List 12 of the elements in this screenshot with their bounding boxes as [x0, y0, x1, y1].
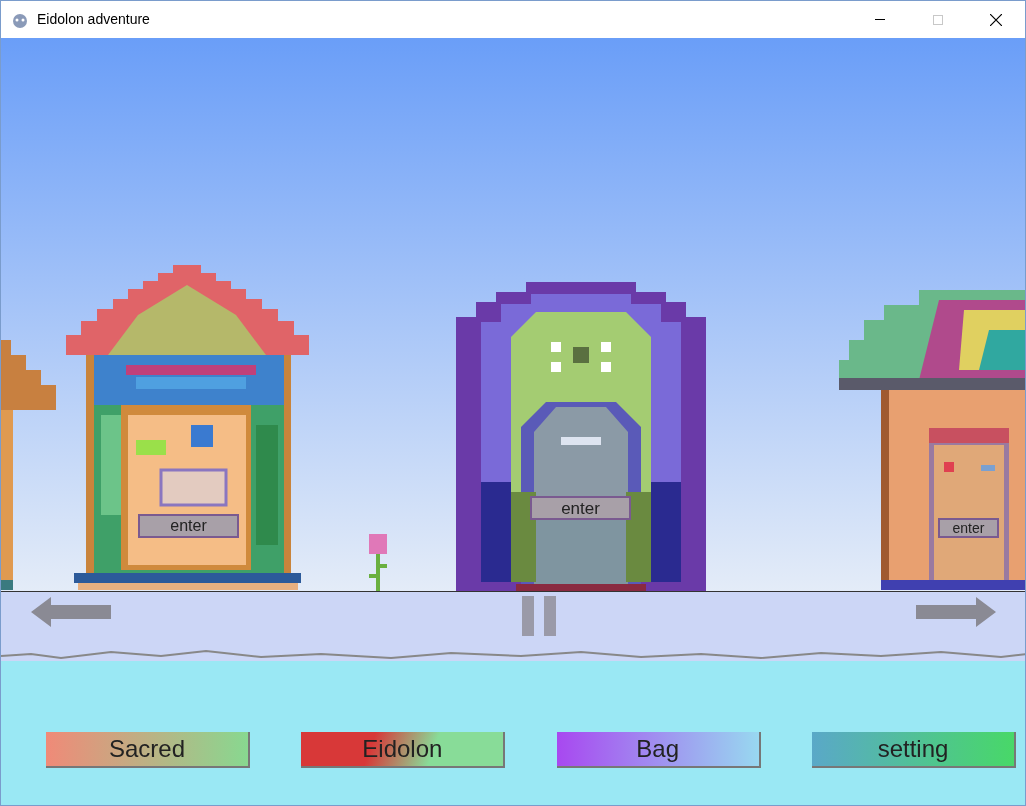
menu-button[interactable]: setting: [812, 732, 1016, 768]
close-icon: [990, 13, 1002, 26]
window-title: Eidolon adventure: [37, 10, 150, 29]
left-arrow-icon[interactable]: [31, 597, 111, 627]
enter-button[interactable]: enter: [138, 514, 239, 538]
menu-button[interactable]: Sacred: [46, 732, 250, 768]
enter-button[interactable]: enter: [530, 496, 631, 520]
pause-icon[interactable]: [522, 596, 556, 636]
right-arrow-icon[interactable]: [916, 597, 996, 627]
enter-button[interactable]: enter: [938, 518, 999, 538]
pixel-flower-drawing: [367, 534, 389, 592]
menu-button[interactable]: Bag: [556, 732, 761, 768]
